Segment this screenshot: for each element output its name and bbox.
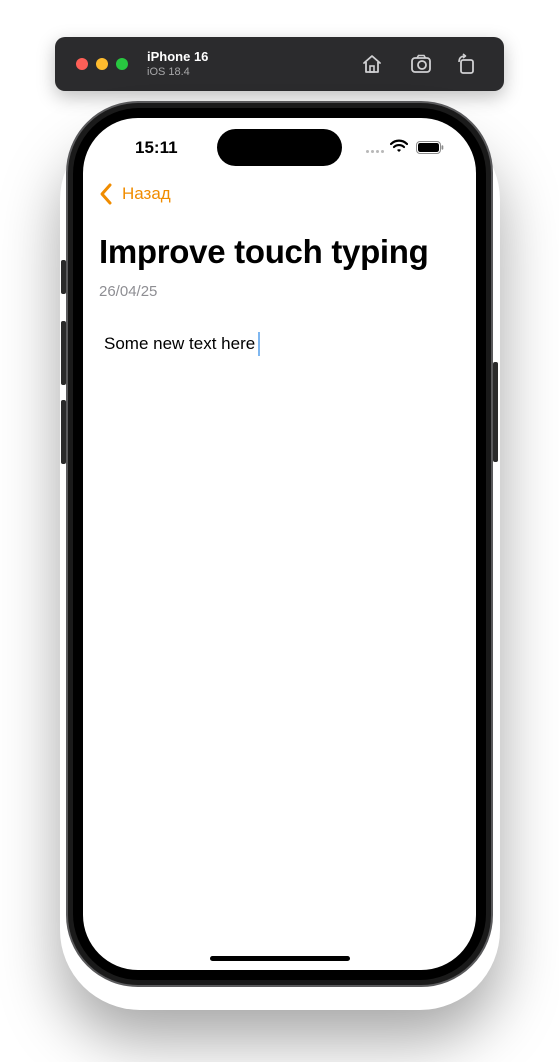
- chevron-left-icon: [100, 183, 112, 205]
- note-body-text: Some new text here: [104, 334, 256, 353]
- status-time: 15:11: [135, 138, 178, 157]
- os-version: iOS 18.4: [147, 66, 190, 78]
- phone-screen: 15:11 Назад Improve touch typing 26/04/2…: [83, 118, 476, 970]
- minimize-window-button[interactable]: [96, 58, 108, 70]
- back-button-label: Назад: [122, 184, 171, 203]
- simulator-toolbar: iPhone 16 iOS 18.4: [55, 37, 504, 91]
- side-power-button[interactable]: [493, 362, 498, 462]
- zoom-window-button[interactable]: [116, 58, 128, 70]
- note-date: 26/04/25: [99, 283, 158, 300]
- home-indicator[interactable]: [210, 956, 350, 961]
- text-cursor: [258, 332, 261, 356]
- wifi-icon: [389, 139, 409, 158]
- camera-icon[interactable]: [409, 52, 433, 76]
- cellular-signal-icon: [366, 150, 384, 154]
- close-window-button[interactable]: [76, 58, 88, 70]
- house-icon[interactable]: [360, 52, 384, 76]
- note-title: Improve touch typing: [99, 233, 429, 270]
- back-button[interactable]: Назад: [98, 181, 171, 207]
- device-name: iPhone 16: [147, 49, 209, 64]
- dynamic-island: [217, 129, 342, 166]
- note-body-editor[interactable]: Some new text here: [99, 328, 460, 928]
- rotate-icon[interactable]: [454, 52, 478, 76]
- simulator-window: iPhone 16 iOS 18.4 15:11 Назад Improve t…: [0, 0, 559, 1062]
- battery-icon: [416, 141, 444, 159]
